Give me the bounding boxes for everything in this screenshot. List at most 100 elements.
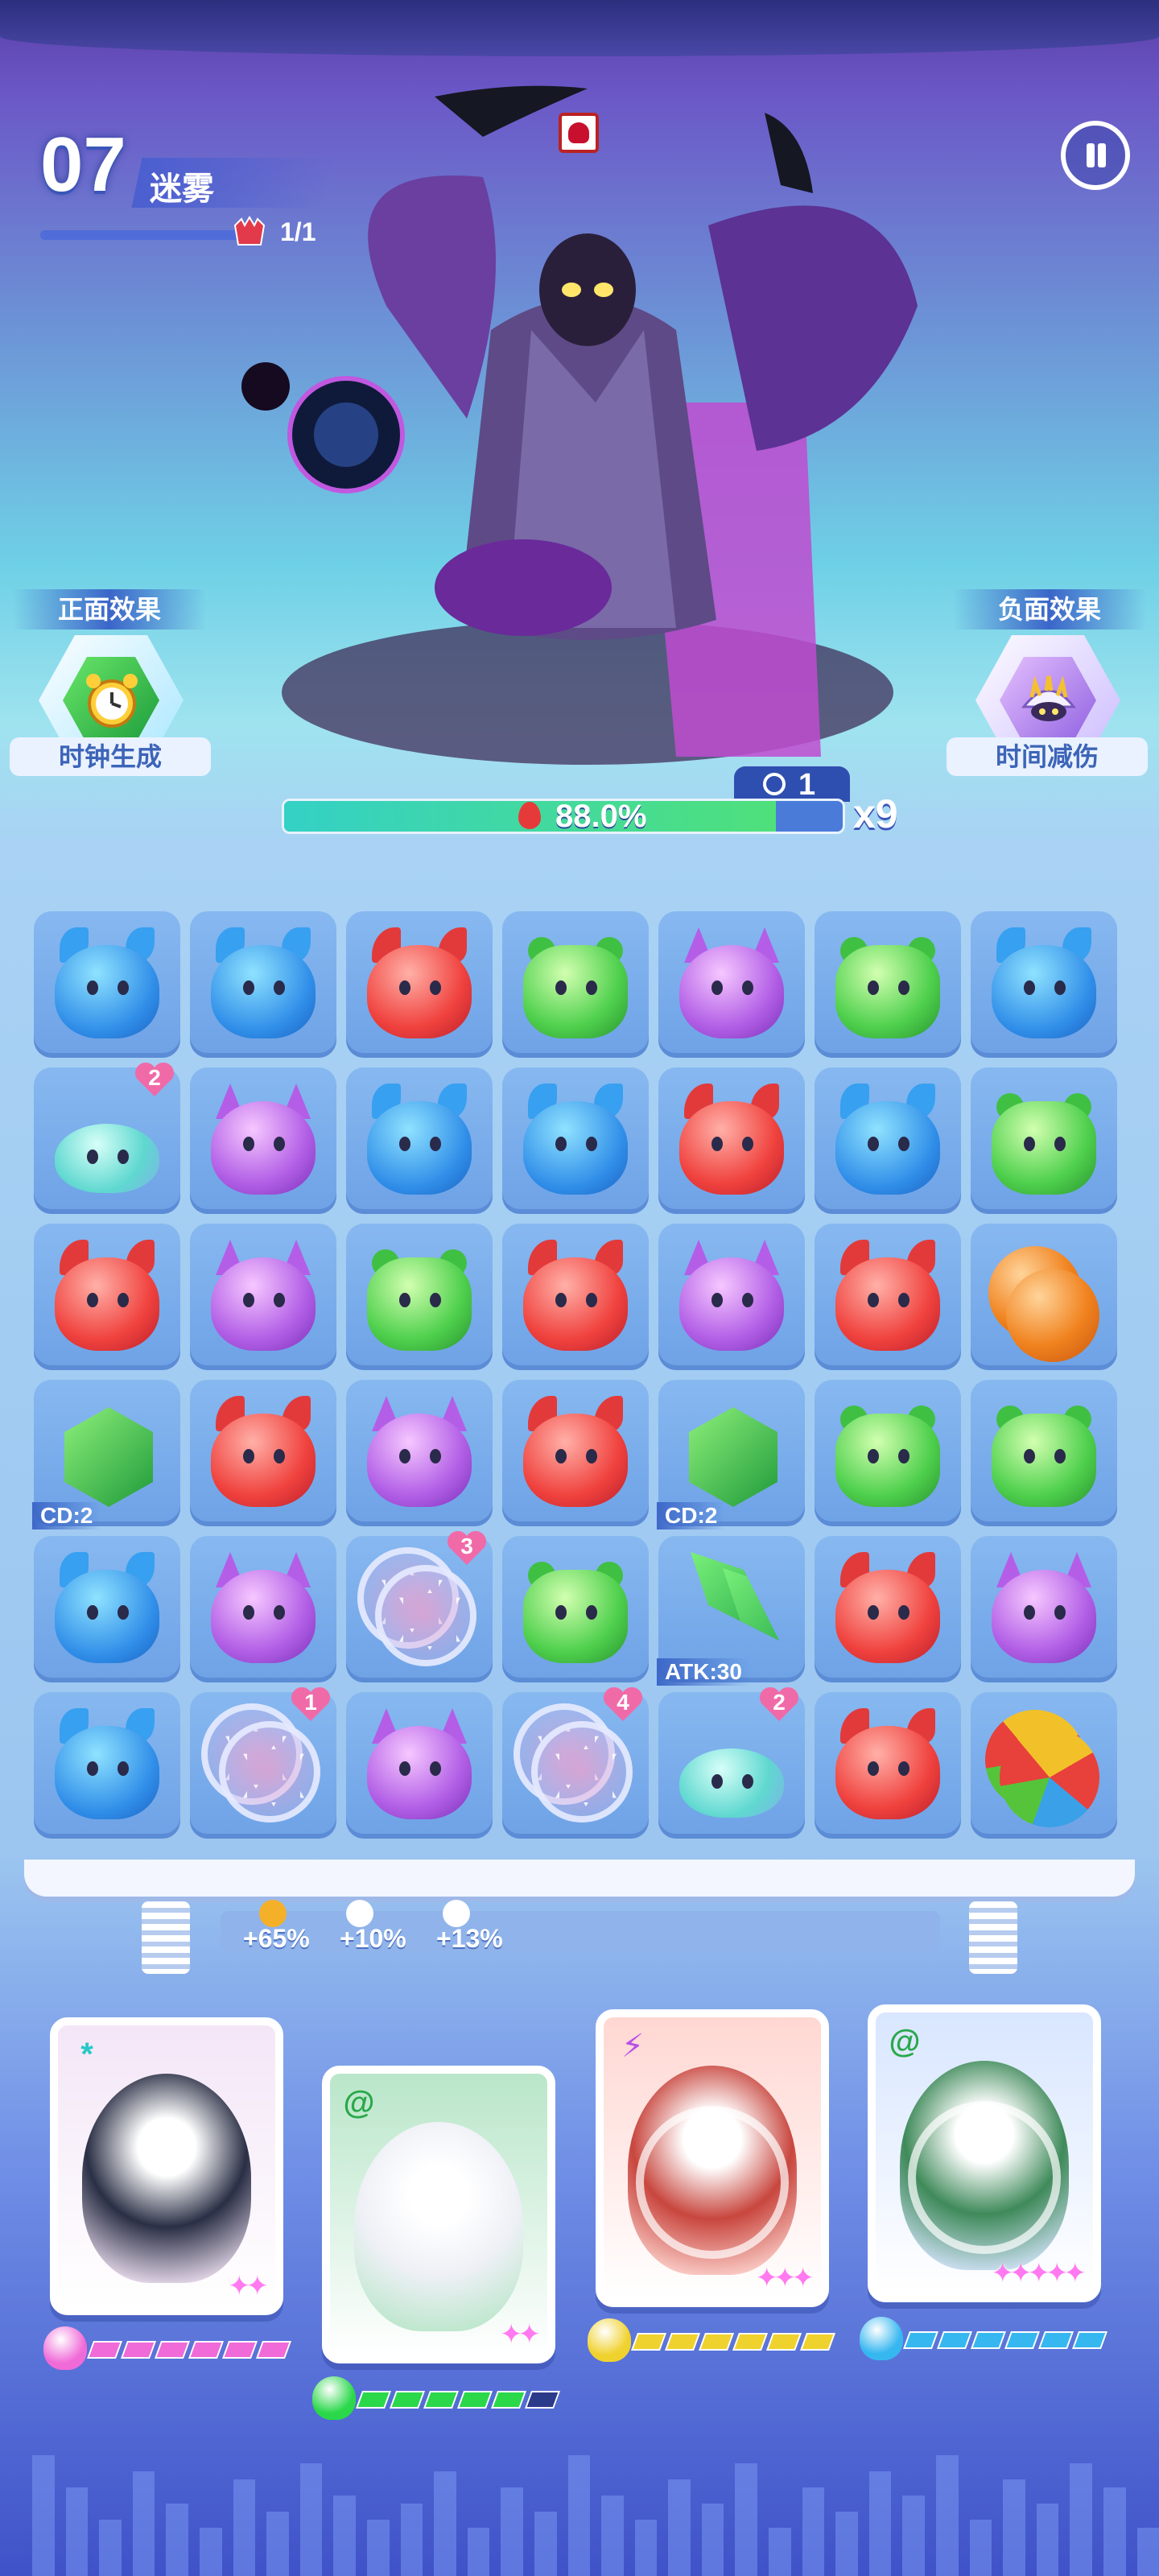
board-cell[interactable] [34, 1536, 180, 1682]
board-cell[interactable] [346, 1692, 493, 1839]
board-cell[interactable]: 1 [190, 1692, 336, 1839]
teal-monster-tile [45, 1079, 169, 1199]
tile-eye [1054, 980, 1066, 995]
board-cell[interactable] [971, 1692, 1117, 1839]
beach-ball-icon [1000, 1728, 1099, 1827]
tile-face [523, 1414, 628, 1507]
board-cell[interactable] [815, 1224, 961, 1370]
hexagram-seal-tile [357, 1547, 476, 1666]
tile-eye [898, 1449, 909, 1463]
board-cell[interactable]: ATK:30 [657, 1536, 805, 1686]
red-monster-tile [514, 1235, 637, 1356]
board-cell[interactable] [502, 911, 649, 1058]
tile-eye [87, 1293, 98, 1307]
tile-eye [742, 1137, 753, 1151]
board-cell[interactable] [658, 911, 805, 1058]
tile-eye [898, 1293, 909, 1307]
board-cell[interactable] [815, 1536, 961, 1682]
leaf-gem-tile [670, 1391, 794, 1512]
tile-eye [87, 1605, 98, 1620]
negative-effect-title: 负面效果 [953, 589, 1146, 630]
board-cell[interactable] [971, 1224, 1117, 1370]
board-cell[interactable] [34, 1692, 180, 1839]
tile-eye [1054, 1137, 1066, 1151]
heart-count-badge: 4 [602, 1686, 644, 1723]
board-cell[interactable] [190, 1380, 336, 1526]
tile-eye [868, 1293, 879, 1307]
energy-segment [732, 2333, 769, 2351]
board-cell[interactable]: CD:2 [657, 1380, 805, 1530]
element-icon: @ [889, 2024, 921, 2059]
board-cell[interactable] [190, 911, 336, 1058]
energy-segment [120, 2341, 157, 2359]
tile-face [367, 1414, 472, 1507]
boost-value: +65% [243, 1924, 310, 1953]
board-cell[interactable]: 4 [502, 1692, 649, 1839]
hero-star-rating: ✦✦ [228, 2271, 269, 2301]
equalizer-bar [1103, 2487, 1126, 2576]
board-cell[interactable] [502, 1536, 649, 1682]
board-cell[interactable] [346, 1224, 493, 1370]
board-cell[interactable] [190, 1224, 336, 1370]
tile-face [679, 1257, 784, 1351]
board-cell[interactable] [971, 1380, 1117, 1526]
board-cell[interactable] [502, 1067, 649, 1214]
board-cell[interactable]: 2 [34, 1067, 180, 1214]
tile-face [992, 1570, 1096, 1663]
speed-boost-icon [346, 1900, 373, 1927]
board-cell[interactable] [34, 911, 180, 1058]
board-cell[interactable] [346, 1380, 493, 1526]
board-cell[interactable] [815, 911, 961, 1058]
equalizer-bar [333, 2496, 356, 2576]
blue-monster-tile [45, 923, 169, 1043]
left-spring [142, 1901, 190, 1974]
board-cell[interactable]: CD:2 [32, 1380, 180, 1530]
pause-button[interactable] [1061, 121, 1130, 190]
blood-drop-icon [518, 802, 541, 829]
blue-monster-tile [982, 923, 1106, 1043]
tile-eye [399, 1761, 410, 1776]
board-cell[interactable] [502, 1224, 649, 1370]
equalizer-bar [501, 2487, 523, 2576]
board-cell[interactable] [190, 1536, 336, 1682]
tile-eye [243, 1605, 254, 1620]
purple-monster-tile [670, 1235, 794, 1356]
equalizer-bar [467, 2528, 490, 2576]
tile-stat-label: CD:2 [657, 1502, 726, 1530]
tile-face [55, 1570, 159, 1663]
board-cell[interactable] [815, 1067, 961, 1214]
energy-segment [936, 2331, 973, 2349]
robot-rabbit-hero-card[interactable]: * ✦✦ [50, 2017, 283, 2315]
board-cell[interactable] [502, 1380, 649, 1526]
equalizer-bar [769, 2528, 791, 2576]
board-cell[interactable] [815, 1380, 961, 1526]
hero-star-rating: ✦✦ [500, 2319, 541, 2350]
board-cell[interactable] [971, 1536, 1117, 1682]
board-cell[interactable] [34, 1224, 180, 1370]
board-cell[interactable] [971, 1067, 1117, 1214]
board-cell[interactable] [346, 1067, 493, 1214]
element-icon: * [80, 2037, 93, 2072]
astronaut-bear-hero-card[interactable]: @ ✦✦ [322, 2066, 555, 2363]
board-cell[interactable] [658, 1224, 805, 1370]
tile-face [835, 1570, 940, 1663]
tile-eye [430, 1449, 441, 1463]
board-cell[interactable]: 2 [658, 1692, 805, 1839]
board-cell[interactable] [815, 1692, 961, 1839]
equalizer-bar [65, 2487, 89, 2576]
energy-segment [456, 2391, 493, 2409]
tile-eye [274, 1293, 285, 1307]
board-cell[interactable] [971, 911, 1117, 1058]
board-cell[interactable] [658, 1067, 805, 1214]
negative-effect-label: 时间减伤 [947, 737, 1148, 776]
board-cell[interactable]: 3 [346, 1536, 493, 1682]
board-cell[interactable] [346, 911, 493, 1058]
board-cell[interactable] [190, 1067, 336, 1214]
heart-count-badge: 3 [446, 1530, 488, 1567]
sword-icon [723, 1568, 779, 1641]
energy-segment [255, 2341, 292, 2359]
tile-face [523, 1570, 628, 1663]
equalizer-bar [868, 2471, 892, 2576]
skull-warrior-hero-card[interactable]: ⚡ ✦✦✦ [596, 2009, 829, 2307]
goggle-girl-hero-card[interactable]: @ ✦✦✦✦✦ [868, 2004, 1101, 2302]
